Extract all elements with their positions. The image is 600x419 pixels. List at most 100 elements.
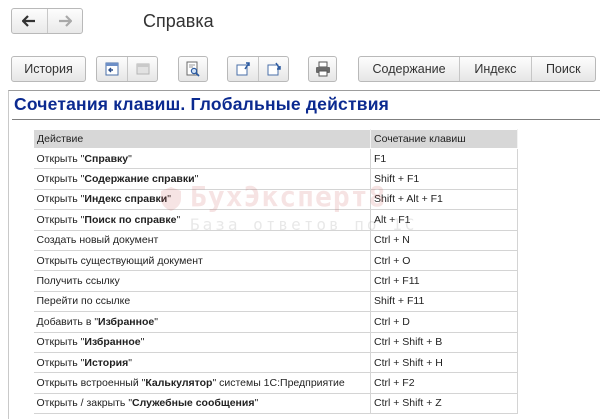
table-row: Открыть "История" Ctrl + Shift + H [33,352,518,374]
action-text: Открыть существующий документ [36,254,203,267]
action-object: Индекс справки [84,193,168,206]
column-header-shortcut: Сочетание клавиш [370,129,518,149]
action-text: Создать новый документ [36,234,159,247]
history-navigation [11,8,83,34]
action-text-suffix: " системы 1С:Предприятие [212,376,345,389]
forward-button[interactable] [46,9,83,33]
find-in-page-button[interactable] [179,57,207,81]
action-cell: Открыть "Справку" [33,148,371,170]
find-in-page-icon [186,61,200,77]
action-text: Открыть / закрыть " [36,397,133,410]
watermark-shield-icon [161,187,181,211]
table-row: Открыть / закрыть "Служебные сообщения" C… [33,393,518,415]
shortcut-cell: Shift + Alt + F1 [370,189,518,211]
action-text: Открыть " [36,193,85,206]
action-text: Получить ссылку [36,275,120,288]
action-object: Поиск по справке [84,213,177,226]
action-object: Избранное [98,315,155,328]
action-cell: Открыть / закрыть "Служебные сообщения" [33,393,371,415]
action-cell: Добавить в "Избранное" [33,311,371,333]
action-cell: Открыть "Индекс справки" [33,189,371,211]
heading-divider [12,119,600,120]
action-text: Добавить в " [36,315,99,328]
action-text: Перейти по ссылке [36,295,131,308]
action-text-suffix: " [194,173,199,186]
action-text-suffix: " [254,397,259,410]
find-toolbar-group [178,56,208,82]
action-cell: Открыть "Поиск по справке" [33,209,371,231]
print-button[interactable] [309,57,336,81]
action-text: Открыть " [36,356,85,369]
action-text-suffix: " [176,213,181,226]
action-cell: Открыть встроенный "Калькулятор" системы… [33,372,371,394]
action-object: Содержание справки [84,173,195,186]
table-row: Добавить в "Избранное" Ctrl + D [33,311,518,333]
topic-nav-toolbar-group [227,56,289,82]
action-text-suffix: " [140,336,145,349]
table-row: Перейти по ссылке Shift + F11 [33,291,518,313]
sync-contents-icon [105,62,119,76]
table-row: Открыть "Содержание справки" Shift + F1 [33,168,518,190]
next-topic-button[interactable] [258,57,288,81]
table-row: Открыть "Индекс справки"Shift + Alt + F1 [33,189,518,211]
back-button[interactable] [12,9,47,33]
column-header-action: Действие [33,129,371,149]
shortcut-cell: Ctrl + Shift + B [370,332,518,353]
shortcut-cell: Ctrl + N [370,230,518,251]
table-row: Открыть "Избранное" Ctrl + Shift + B [33,332,518,353]
print-toolbar-group [308,56,337,82]
action-text: Открыть " [36,213,85,226]
action-cell: Получить ссылку [33,270,371,292]
action-cell: Создать новый документ [33,230,371,251]
action-cell: Перейти по ссылке [33,291,371,313]
action-cell: Открыть существующий документ [33,250,371,272]
window-title: Справка [143,11,214,31]
action-object: Избранное [84,336,141,349]
action-text: Открыть " [36,336,85,349]
table-row: Открыть встроенный "Калькулятор" системы… [33,372,518,394]
index-button[interactable]: Индекс [459,57,530,81]
action-text-suffix: " [128,356,132,369]
table-row: Открыть "Поиск по справке" Alt + F1 [33,209,518,231]
table-row: Создать новый документ Ctrl + N [33,230,518,251]
table-header-row: Действие Сочетание клавиш [33,129,518,149]
shortcut-cell: Shift + F1 [370,168,518,190]
action-object: Калькулятор [145,376,213,389]
action-text-suffix: " [128,152,132,165]
printer-icon [315,61,330,77]
table-row: Получить ссылку Ctrl + F11 [33,270,518,292]
shortcut-cell: Ctrl + Shift + H [370,352,518,374]
shortcut-cell: Shift + F11 [370,291,518,313]
action-object: Служебные сообщения [132,397,255,410]
arrow-right-icon [58,15,72,27]
shortcut-cell: F1 [370,148,518,170]
sync-toolbar-group [96,56,158,82]
action-object: История [84,356,129,369]
shortcut-cell: Ctrl + O [370,250,518,272]
action-text: Открыть " [36,173,85,186]
history-toolbar-group: История [11,56,86,82]
disabled-icon [136,63,149,75]
action-text: Открыть встроенный " [36,376,146,389]
shortcuts-table: Действие Сочетание клавиш Открыть "Справ… [33,129,518,415]
history-button[interactable]: История [12,57,85,81]
help-navigation-tabs: Содержание Индекс Поиск [358,56,596,82]
shortcut-cell: Ctrl + F2 [370,372,518,394]
search-button[interactable]: Поиск [530,57,595,81]
arrow-left-icon [22,15,36,27]
shortcut-cell: Alt + F1 [370,209,518,231]
shortcut-cell: Ctrl + Shift + Z [370,393,518,415]
page-heading: Сочетания клавиш. Глобальные действия [14,94,390,114]
prev-topic-icon [236,62,250,76]
shortcut-cell: Ctrl + D [370,311,518,333]
previous-topic-button[interactable] [228,57,258,81]
action-cell: Открыть "Избранное" [33,332,371,353]
shortcut-cell: Ctrl + F11 [370,270,518,292]
action-object: Справку [84,152,129,165]
contents-button[interactable]: Содержание [359,57,459,81]
action-text: Открыть " [36,152,85,165]
action-text-suffix: " [154,315,158,328]
action-cell: Открыть "Содержание справки" [33,168,371,190]
disabled-action-button[interactable] [127,57,157,81]
sync-contents-button[interactable] [97,57,127,81]
